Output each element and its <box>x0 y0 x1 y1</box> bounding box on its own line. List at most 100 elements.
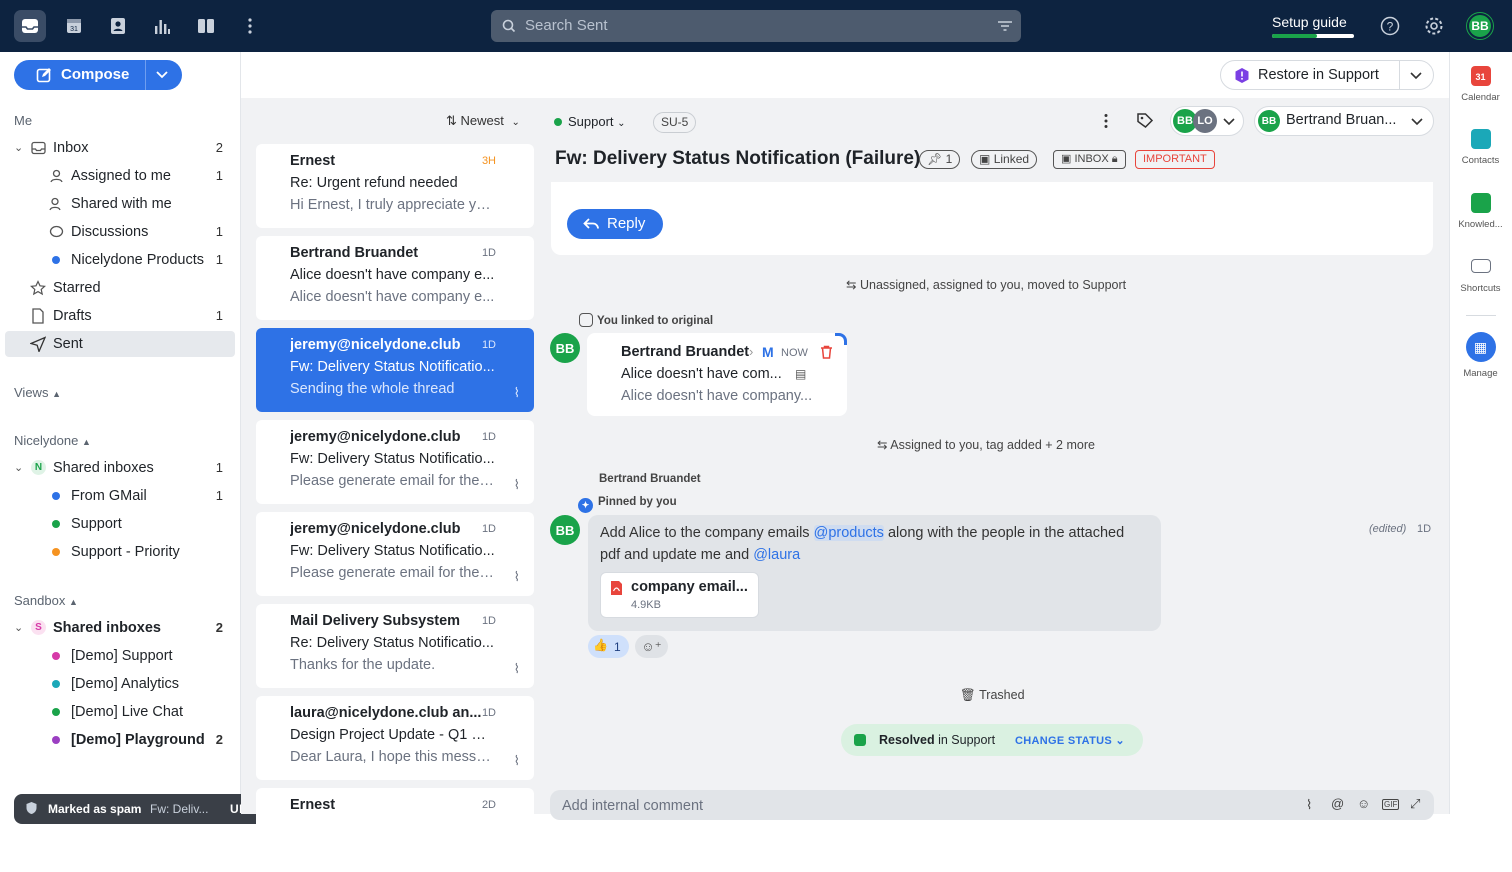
app-shortcuts[interactable]: Shortcuts <box>1449 257 1512 294</box>
status-dot <box>554 118 562 126</box>
sidebar-item-starred[interactable]: Starred <box>5 275 235 301</box>
ticket-id-badge[interactable]: SU-5 <box>653 112 697 133</box>
columns-icon[interactable] <box>190 10 222 42</box>
attachment-size: 4.9KB <box>631 599 661 611</box>
activity-icon: ⇆ <box>877 438 888 452</box>
list-item[interactable]: Ernest Re: Urgent refund needed Hi Ernest,… <box>256 144 534 228</box>
sidebar-item-demo-playground[interactable]: [Demo] Playground 2 <box>5 727 235 753</box>
mention-icon[interactable]: @ <box>1331 796 1344 811</box>
emoji-icon[interactable]: ☺ <box>1357 796 1370 811</box>
section-me[interactable]: Me <box>14 113 32 128</box>
comment-composer[interactable]: Add internal comment ⌇ @ ☺ GIF ⤢ <box>550 790 1434 820</box>
sidebar-item-assigned[interactable]: Assigned to me 1 <box>5 163 235 189</box>
list-item-subject: Fw: Delivery Status Notificatio... <box>290 451 495 467</box>
help-icon[interactable]: ? <box>1380 16 1400 36</box>
sort-dropdown[interactable]: ⇅ Newest ⌄ <box>446 113 520 129</box>
important-label-badge[interactable]: IMPORTANT <box>1135 150 1215 169</box>
sidebar-item-inbox[interactable]: ⌄ Inbox 2 <box>5 135 235 161</box>
expand-icon[interactable]: ⤢ <box>1410 796 1420 812</box>
gear-icon[interactable] <box>1424 16 1444 36</box>
reply-button[interactable]: Reply <box>567 209 663 239</box>
gif-icon[interactable]: GIF <box>1382 799 1400 810</box>
calendar-icon: 31 <box>1470 66 1491 86</box>
change-status-button[interactable]: CHANGE STATUS ⌄ <box>1015 734 1125 747</box>
more-icon[interactable] <box>234 10 266 42</box>
app-knowledge[interactable]: Knowled... <box>1449 193 1512 230</box>
inbox-icon[interactable] <box>14 10 46 42</box>
app-calendar[interactable]: 31 Calendar <box>1449 66 1512 103</box>
sidebar-item-drafts[interactable]: Drafts 1 <box>5 303 235 329</box>
app-manage[interactable]: ▦ Manage <box>1449 332 1512 379</box>
linked-message-card[interactable]: Bertrand Bruandet › M NOW Alice doesn't … <box>587 333 847 416</box>
add-reaction-icon[interactable]: ☺⁺ <box>635 635 668 658</box>
list-item[interactable]: Bertrand Bruandet Alice doesn't have comp… <box>256 236 534 320</box>
pin-count-badge[interactable]: 📌︎ 1 <box>919 150 961 169</box>
setup-guide[interactable]: Setup guide <box>1272 14 1354 38</box>
sidebar-item-nicelydone-products[interactable]: Nicelydone Products 1 <box>5 247 235 273</box>
list-item[interactable]: Ernest 2D <box>256 788 534 872</box>
inbox-label-badge[interactable]: ▣ INBOX 🔒︎ <box>1053 150 1126 169</box>
app-contacts[interactable]: Contacts <box>1449 129 1512 166</box>
chevron-down-icon[interactable] <box>156 70 168 80</box>
list-item[interactable]: laura@nicelydone.club an... Design Projec… <box>256 696 534 780</box>
participants-dropdown[interactable]: BB LO <box>1170 106 1244 136</box>
linked-badge[interactable]: ▣ Linked <box>971 150 1038 169</box>
sidebar-item-demo-live-chat[interactable]: [Demo] Live Chat <box>5 699 235 725</box>
calendar-icon[interactable]: 31 <box>58 10 90 42</box>
inbox-tag-dropdown[interactable]: Support ⌄ <box>554 114 626 129</box>
filter-icon[interactable] <box>997 20 1013 32</box>
list-item[interactable]: jeremy@nicelydone.club Fw: Delivery Statu… <box>256 328 534 412</box>
shield-icon <box>26 802 37 814</box>
sidebar-item-demo-support[interactable]: [Demo] Support <box>5 643 235 669</box>
sidebar-item-support-priority[interactable]: Support - Priority <box>5 539 235 565</box>
contacts-icon[interactable] <box>102 10 134 42</box>
search-input[interactable]: Search Sent <box>491 10 1021 42</box>
attachment-card[interactable]: company email... 4.9KB <box>600 572 759 618</box>
list-item-preview: Please generate email for the ... <box>290 473 495 489</box>
conversation-title: Fw: Delivery Status Notification (Failur… <box>555 148 921 169</box>
tag-icon[interactable] <box>1136 112 1154 130</box>
sidebar-item-sent[interactable]: Sent <box>5 331 235 357</box>
section-nicelydone[interactable]: Nicelydone ▲ <box>14 433 91 448</box>
section-sandbox[interactable]: Sandbox ▲ <box>14 593 78 608</box>
caret-up-icon: ▲ <box>52 389 61 399</box>
list-item-time: 2D <box>481 799 496 811</box>
sidebar-item-shared-with-me[interactable]: Shared with me <box>5 191 235 217</box>
trash-icon[interactable] <box>820 345 833 359</box>
sidebar-item-support[interactable]: Support <box>5 511 235 537</box>
list-item[interactable]: Mail Delivery Subsystem Re: Delivery Stat… <box>256 604 534 688</box>
chevron-down-icon[interactable]: ⌄ <box>14 135 23 161</box>
paperclip-icon: ⌇ <box>513 385 520 400</box>
restore-button[interactable]: Restore in Support <box>1220 60 1434 90</box>
mention[interactable]: @products <box>813 525 884 541</box>
sidebar-item-label: [Demo] Live Chat <box>71 704 184 720</box>
sidebar-item-from-gmail[interactable]: From GMail 1 <box>5 483 235 509</box>
user-avatar[interactable]: BB <box>1466 12 1494 40</box>
sidebar-item-demo-analytics[interactable]: [Demo] Analytics <box>5 671 235 697</box>
inbox-icon <box>31 141 46 155</box>
analytics-icon[interactable] <box>146 10 178 42</box>
sidebar-item-label: Assigned to me <box>71 168 171 184</box>
chevron-down-icon[interactable]: ⌄ <box>14 615 23 641</box>
section-views[interactable]: Views ▲ <box>14 385 61 400</box>
chevron-down-icon: ⌄ <box>511 117 520 128</box>
sidebar-item-count: 1 <box>215 308 223 323</box>
mention[interactable]: @laura <box>753 547 800 563</box>
comment-bubble[interactable]: Add Alice to the company emails @product… <box>588 515 1161 631</box>
list-item-time: 1D <box>481 247 496 259</box>
more-vertical-icon[interactable] <box>1098 113 1114 129</box>
reaction-thumbs-up[interactable]: 👍 1 <box>588 635 629 658</box>
sidebar-item-discussions[interactable]: Discussions 1 <box>5 219 235 245</box>
list-item[interactable]: jeremy@nicelydone.club Fw: Delivery Statu… <box>256 420 534 504</box>
sidebar-item-shared-inboxes-nicelydone[interactable]: ⌄ N Shared inboxes 1 <box>5 455 235 481</box>
chevron-down-icon[interactable]: ⌄ <box>14 455 23 481</box>
sidebar-item-shared-inboxes-sandbox[interactable]: ⌄ S Shared inboxes 2 <box>5 615 235 641</box>
reaction-count: 1 <box>614 640 621 654</box>
chevron-down-icon[interactable] <box>1410 71 1422 80</box>
compose-button[interactable]: Compose <box>14 60 182 90</box>
list-item[interactable]: jeremy@nicelydone.club Fw: Delivery Statu… <box>256 512 534 596</box>
app-label: Knowled... <box>1458 219 1503 230</box>
assignee-dropdown[interactable]: BB Bertrand Bruan... <box>1254 106 1434 136</box>
right-app-bar <box>1449 52 1512 814</box>
attach-icon[interactable]: ⌇ <box>1306 797 1312 813</box>
